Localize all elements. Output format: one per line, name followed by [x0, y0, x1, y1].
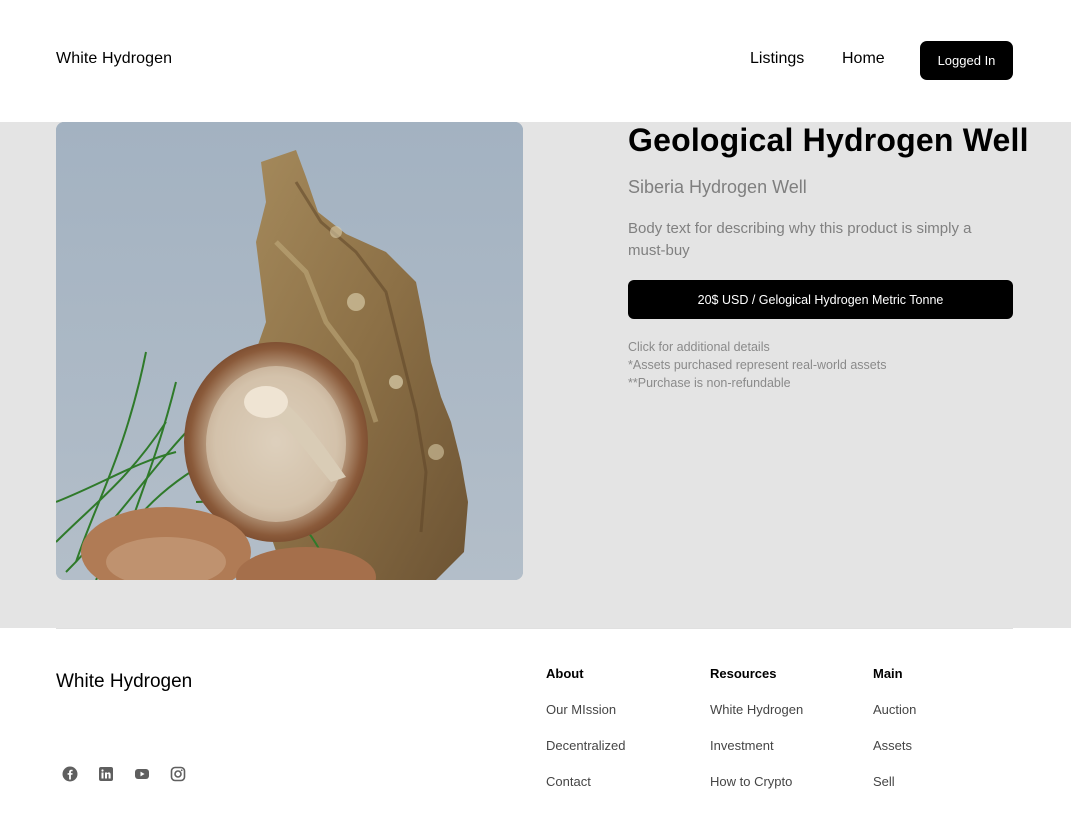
- product-subtitle: Siberia Hydrogen Well: [628, 177, 807, 197]
- footer-link-assets[interactable]: Assets: [873, 738, 916, 774]
- non-refundable-note: **Purchase is non-refundable: [628, 376, 791, 390]
- facebook-icon[interactable]: [62, 766, 78, 782]
- footer-link-contact[interactable]: Contact: [546, 774, 626, 810]
- social-links: [62, 766, 186, 782]
- site-header: White Hydrogen Listings Home Logged In: [0, 0, 1071, 122]
- site-footer: White Hydrogen About Our MIssion Decentr…: [0, 628, 1071, 822]
- product-hero: Geological Hydrogen Well Siberia Hydroge…: [0, 122, 1071, 628]
- footer-column-title: Resources: [710, 666, 777, 681]
- product-title: Geological Hydrogen Well: [628, 122, 1029, 158]
- footer-link-sell[interactable]: Sell: [873, 774, 916, 810]
- footer-column-title: About: [546, 666, 584, 681]
- footer-divider: [56, 628, 1013, 629]
- brand-logo[interactable]: White Hydrogen: [56, 50, 172, 68]
- instagram-icon[interactable]: [170, 766, 186, 782]
- footer-link-how-to-crypto[interactable]: How to Crypto: [710, 774, 803, 810]
- logged-in-button[interactable]: Logged In: [920, 41, 1013, 80]
- footer-column-title: Main: [873, 666, 903, 681]
- footer-link-white-hydrogen[interactable]: White Hydrogen: [710, 702, 803, 738]
- youtube-icon[interactable]: [134, 766, 150, 782]
- footer-column-resources: Resources White Hydrogen Investment How …: [710, 666, 803, 810]
- product-image: [56, 122, 523, 580]
- nav-listings-link[interactable]: Listings: [750, 50, 804, 68]
- purchase-notes: Click for additional details *Assets pur…: [628, 338, 886, 392]
- footer-link-decentralized[interactable]: Decentralized: [546, 738, 626, 774]
- mushroom-photo-icon: [56, 122, 523, 580]
- footer-link-our-mission[interactable]: Our MIssion: [546, 702, 626, 738]
- real-world-assets-note: *Assets purchased represent real-world a…: [628, 358, 887, 372]
- footer-column-main: Main Auction Assets Sell: [873, 666, 916, 810]
- footer-brand[interactable]: White Hydrogen: [56, 671, 192, 693]
- nav-home-link[interactable]: Home: [842, 50, 885, 68]
- linkedin-icon[interactable]: [98, 766, 114, 782]
- footer-column-about: About Our MIssion Decentralized Contact: [546, 666, 626, 810]
- buy-price-button[interactable]: 20$ USD / Gelogical Hydrogen Metric Tonn…: [628, 280, 1013, 319]
- additional-details-link[interactable]: Click for additional details: [628, 338, 886, 356]
- footer-link-auction[interactable]: Auction: [873, 702, 916, 738]
- product-description: Body text for describing why this produc…: [628, 220, 972, 259]
- footer-link-investment[interactable]: Investment: [710, 738, 803, 774]
